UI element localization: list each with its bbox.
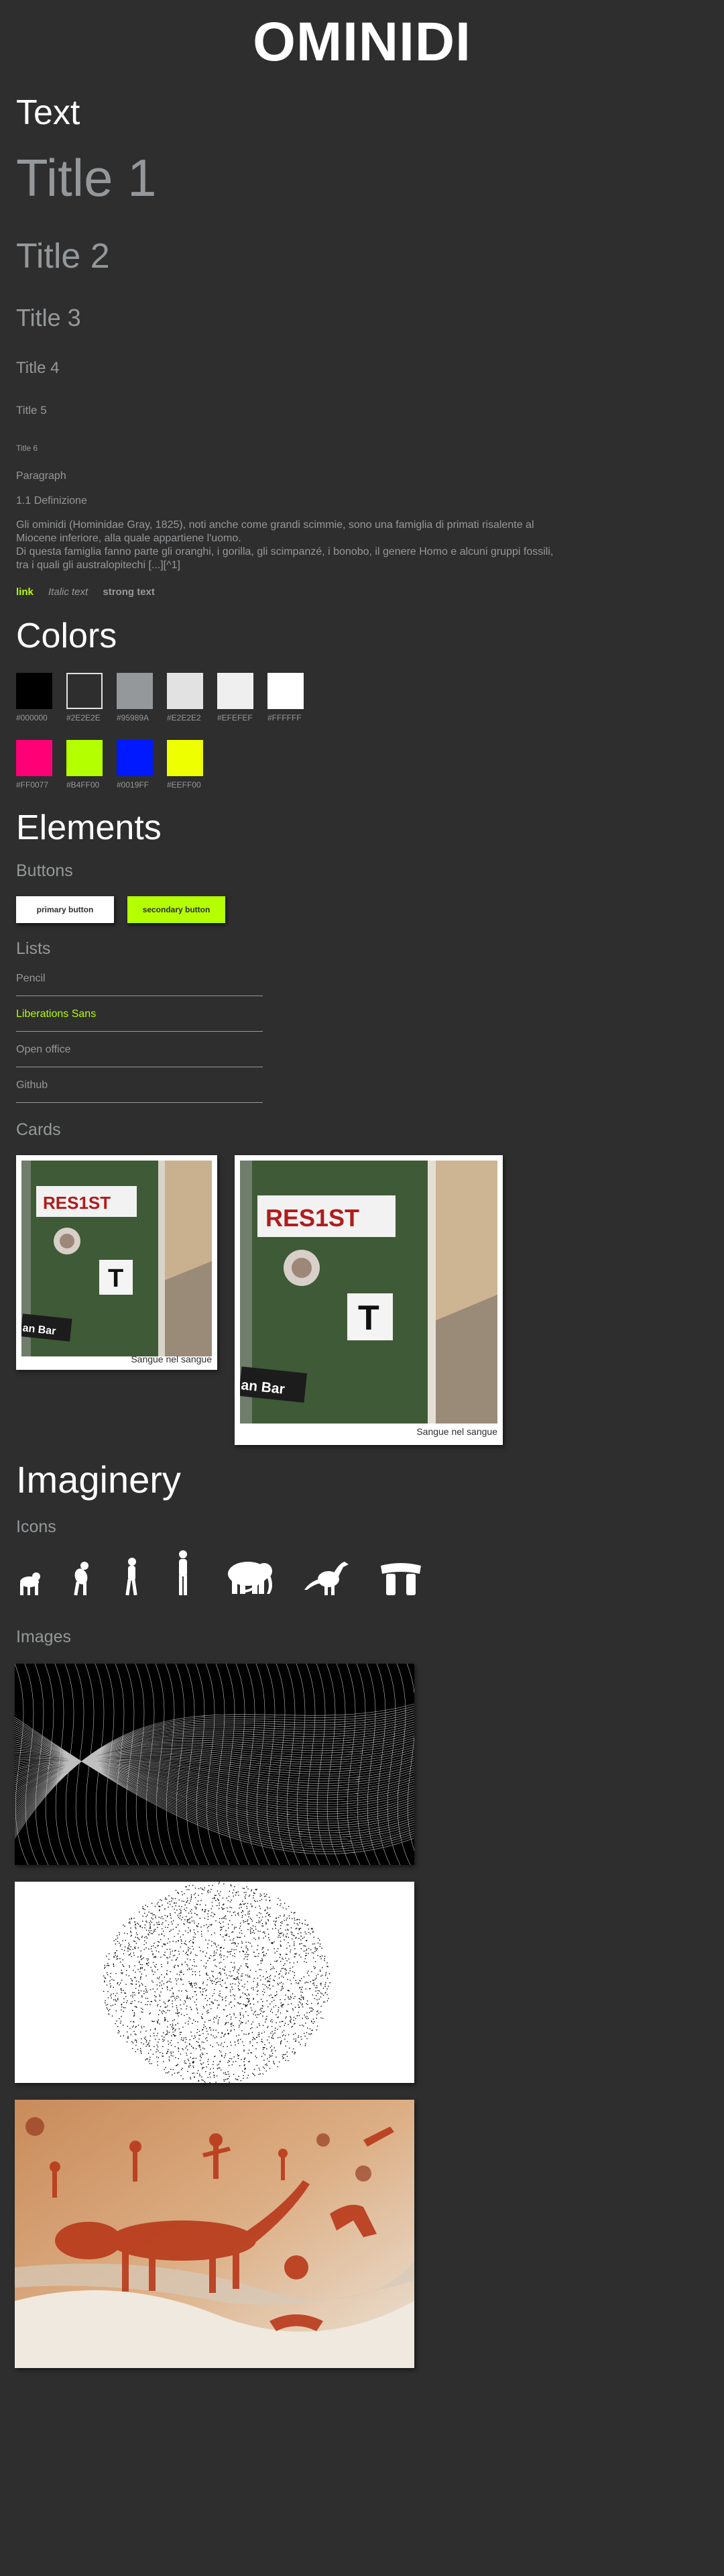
dinosaur-icon [304, 1556, 351, 1597]
paragraph-line: Gli ominidi (Hominidae Gray, 1825), noti… [16, 519, 534, 531]
primary-button[interactable]: primary button [16, 896, 114, 923]
secondary-button[interactable]: secondary button [127, 896, 225, 923]
section-heading-text: Text [16, 93, 80, 132]
site-title: OMINIDI [253, 11, 471, 72]
color-swatch [16, 673, 52, 709]
color-swatch [16, 740, 52, 776]
section-heading-imaginery: Imaginery [16, 1458, 181, 1501]
card-letter-text: T [358, 1299, 379, 1338]
color-swatch-label: #EEFF00 [167, 780, 201, 790]
color-swatch-label: #2E2E2E [66, 713, 101, 722]
color-swatch [217, 673, 253, 709]
paragraph-line: Miocene inferiore, alla quale appartiene… [16, 533, 241, 544]
card-sign-text: RES1ST [43, 1193, 111, 1213]
lists-label: Lists [16, 939, 51, 958]
card-image: RES1ST T an Bar [240, 1161, 497, 1424]
section-heading-colors: Colors [16, 616, 117, 655]
sample-link[interactable]: link [16, 586, 34, 598]
color-swatch-label: #FFFFFF [267, 713, 302, 722]
stipple-image [15, 1882, 414, 2083]
primate-crouching-icon [70, 1556, 93, 1597]
inline-styles-row: link Italic text strong text [16, 586, 155, 598]
color-swatch-label: #FF0077 [16, 780, 49, 790]
color-swatch [167, 740, 203, 776]
color-swatch [117, 673, 153, 709]
section-heading-elements: Elements [16, 808, 162, 847]
list-item[interactable]: Pencil [16, 961, 263, 996]
color-swatch-label: #000000 [16, 713, 48, 722]
dolmen-icon [379, 1556, 422, 1597]
italic-text: Italic text [48, 586, 88, 598]
color-swatch-label: #0019FF [117, 780, 149, 790]
color-swatch-label: #EFEFEF [217, 713, 253, 722]
color-swatch-label: #E2E2E2 [167, 713, 201, 722]
cave-painting-image [15, 2100, 414, 2368]
hominid-walking-icon [121, 1556, 141, 1597]
primate-crawling-icon [16, 1556, 43, 1597]
paragraph-label: Paragraph [16, 470, 66, 482]
card-large[interactable]: RES1ST T an Bar Sangue nel sangue [235, 1155, 503, 1445]
title-6: Title 6 [16, 443, 38, 453]
card-image: RES1ST T an Bar [21, 1161, 212, 1356]
color-swatch [117, 740, 153, 776]
title-2: Title 2 [16, 237, 110, 276]
color-swatch [66, 673, 103, 709]
mammoth-icon [219, 1556, 275, 1597]
paragraph-line: Di questa famiglia fanno parte gli orang… [16, 546, 554, 557]
strong-text: strong text [103, 586, 155, 598]
paragraph-line: tra i quali gli australopitechi [...][^1… [16, 559, 180, 571]
color-swatch [267, 673, 304, 709]
color-swatch-label: #B4FF00 [66, 780, 100, 790]
icons-label: Icons [16, 1517, 56, 1536]
definition-label: 1.1 Definizione [16, 495, 87, 506]
card-small[interactable]: RES1ST T an Bar Sangue nel sangue [16, 1155, 217, 1370]
title-1: Title 1 [16, 148, 157, 207]
list-item[interactable]: Github [16, 1067, 263, 1103]
paragraph-body: Gli ominidi (Hominidae Gray, 1825), noti… [16, 519, 566, 572]
list-item[interactable]: Liberations Sans [16, 996, 263, 1032]
mesh-lines [15, 1664, 414, 1865]
tools-list: Pencil Liberations Sans Open office Gith… [16, 961, 263, 1103]
title-5: Title 5 [16, 404, 47, 417]
cards-label: Cards [16, 1120, 61, 1139]
color-swatch [66, 740, 103, 776]
stipple-dots [103, 1882, 330, 2083]
card-caption: Sangue nel sangue [416, 1426, 497, 1437]
title-3: Title 3 [16, 304, 81, 331]
buttons-label: Buttons [16, 861, 73, 880]
color-swatch-label: #95989A [117, 713, 149, 722]
color-swatch [167, 673, 203, 709]
card-caption: Sangue nel sangue [131, 1354, 212, 1364]
wireframe-image [15, 1664, 414, 1865]
images-label: Images [16, 1627, 71, 1646]
human-standing-icon [174, 1550, 192, 1597]
card-letter-text: T [108, 1265, 123, 1293]
card-sign-text: RES1ST [265, 1204, 359, 1232]
list-item[interactable]: Open office [16, 1032, 263, 1067]
title-4: Title 4 [16, 359, 60, 377]
